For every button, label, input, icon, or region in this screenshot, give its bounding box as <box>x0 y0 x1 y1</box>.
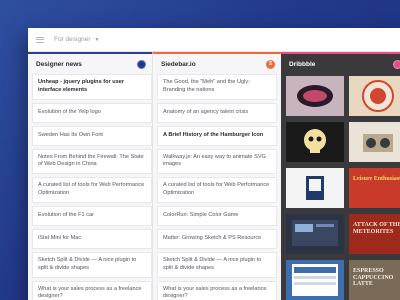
news-card[interactable]: A curated list of tools for Web Performa… <box>32 177 152 203</box>
column-designer-news: Designer news Unheap - jquery plugins fo… <box>28 52 152 300</box>
news-card[interactable]: Sweden Has Its Own Font <box>32 125 152 146</box>
column-title: Designer news <box>36 60 82 68</box>
news-card[interactable]: Evolution of the F1 car <box>32 205 152 226</box>
shot-caption: ATTACK OF THE METEORITES <box>353 222 400 235</box>
sidebar-io-icon[interactable]: S <box>266 59 275 69</box>
news-card[interactable]: Anatomy of an agency talent crisis <box>157 102 277 123</box>
news-card[interactable]: Walkway.js: An easy way to animate SVG i… <box>157 148 277 175</box>
shot-caption: ESPRESSO CAPPUCCINO LATTE <box>353 268 394 288</box>
column-header: Dribbble <box>281 54 400 74</box>
news-card[interactable]: A Brief History of the Hamburger Icon <box>157 125 277 146</box>
news-card[interactable]: iStat Mini for Mac <box>32 228 152 249</box>
shot-caption: Leisure Enthusiast <box>353 176 400 182</box>
news-card[interactable]: The Good, the "Meh" and the Ugly: Brandi… <box>157 74 277 100</box>
dribbble-shot-app[interactable] <box>286 260 344 300</box>
dribbble-shot-dashboard[interactable] <box>286 214 344 254</box>
top-bar: For designer ▼ <box>28 28 400 52</box>
menu-icon[interactable] <box>36 36 44 43</box>
news-card[interactable]: Notes From Behind the Firewall: The Stat… <box>32 148 152 175</box>
designer-news-icon[interactable] <box>137 59 146 69</box>
news-card[interactable]: What is your sales process as a freelanc… <box>157 280 277 300</box>
dribbble-shot-skull[interactable] <box>286 122 344 162</box>
news-card[interactable]: Matter: Growing Sketch & PS Resource <box>157 228 277 249</box>
column-header: Designer news <box>28 54 152 74</box>
column-sidebar-io: Siedebar.io S The Good, the "Meh" and th… <box>152 52 281 300</box>
dribbble-shot-speaker[interactable] <box>349 122 400 162</box>
column-title: Siedebar.io <box>161 60 196 68</box>
dribbble-shot-usa[interactable] <box>286 168 344 208</box>
app-window: For designer ▼ Designer news Unheap - jq… <box>28 28 400 300</box>
dribbble-shot-menu[interactable]: ESPRESSO CAPPUCCINO LATTE <box>349 260 400 300</box>
dribbble-icon[interactable] <box>393 59 400 69</box>
news-card[interactable]: Sketch Split & Divide — A nice plugin to… <box>157 251 277 278</box>
news-card[interactable]: Unheap - jquery plugins for user interfa… <box>32 74 152 100</box>
dribbble-shot-meteorites[interactable]: ATTACK OF THE METEORITES <box>349 214 400 254</box>
news-card[interactable]: What is your sales process as a freelanc… <box>32 280 152 300</box>
filter-label: For designer <box>54 36 91 43</box>
news-card[interactable]: A curated list of tools for Web Performa… <box>157 177 277 203</box>
dribbble-shot-badge[interactable] <box>349 76 400 116</box>
news-card[interactable]: ColorRun: Simple Color Game <box>157 205 277 226</box>
chevron-down-icon: ▼ <box>94 36 100 43</box>
column-title: Dribbble <box>289 60 316 68</box>
column-header: Siedebar.io S <box>153 54 281 74</box>
dribbble-shot-lettering[interactable] <box>286 76 344 116</box>
filter-dropdown[interactable]: For designer ▼ <box>54 36 99 43</box>
news-card[interactable]: Evolution of the Yelp logo <box>32 102 152 123</box>
column-dribbble: Dribbble Leisure Enthusiast ATTACK OF THE… <box>281 52 400 300</box>
dribbble-shot-leisure[interactable]: Leisure Enthusiast <box>349 168 400 208</box>
news-card[interactable]: Sketch Split & Divide — A nice plugin to… <box>32 251 152 278</box>
